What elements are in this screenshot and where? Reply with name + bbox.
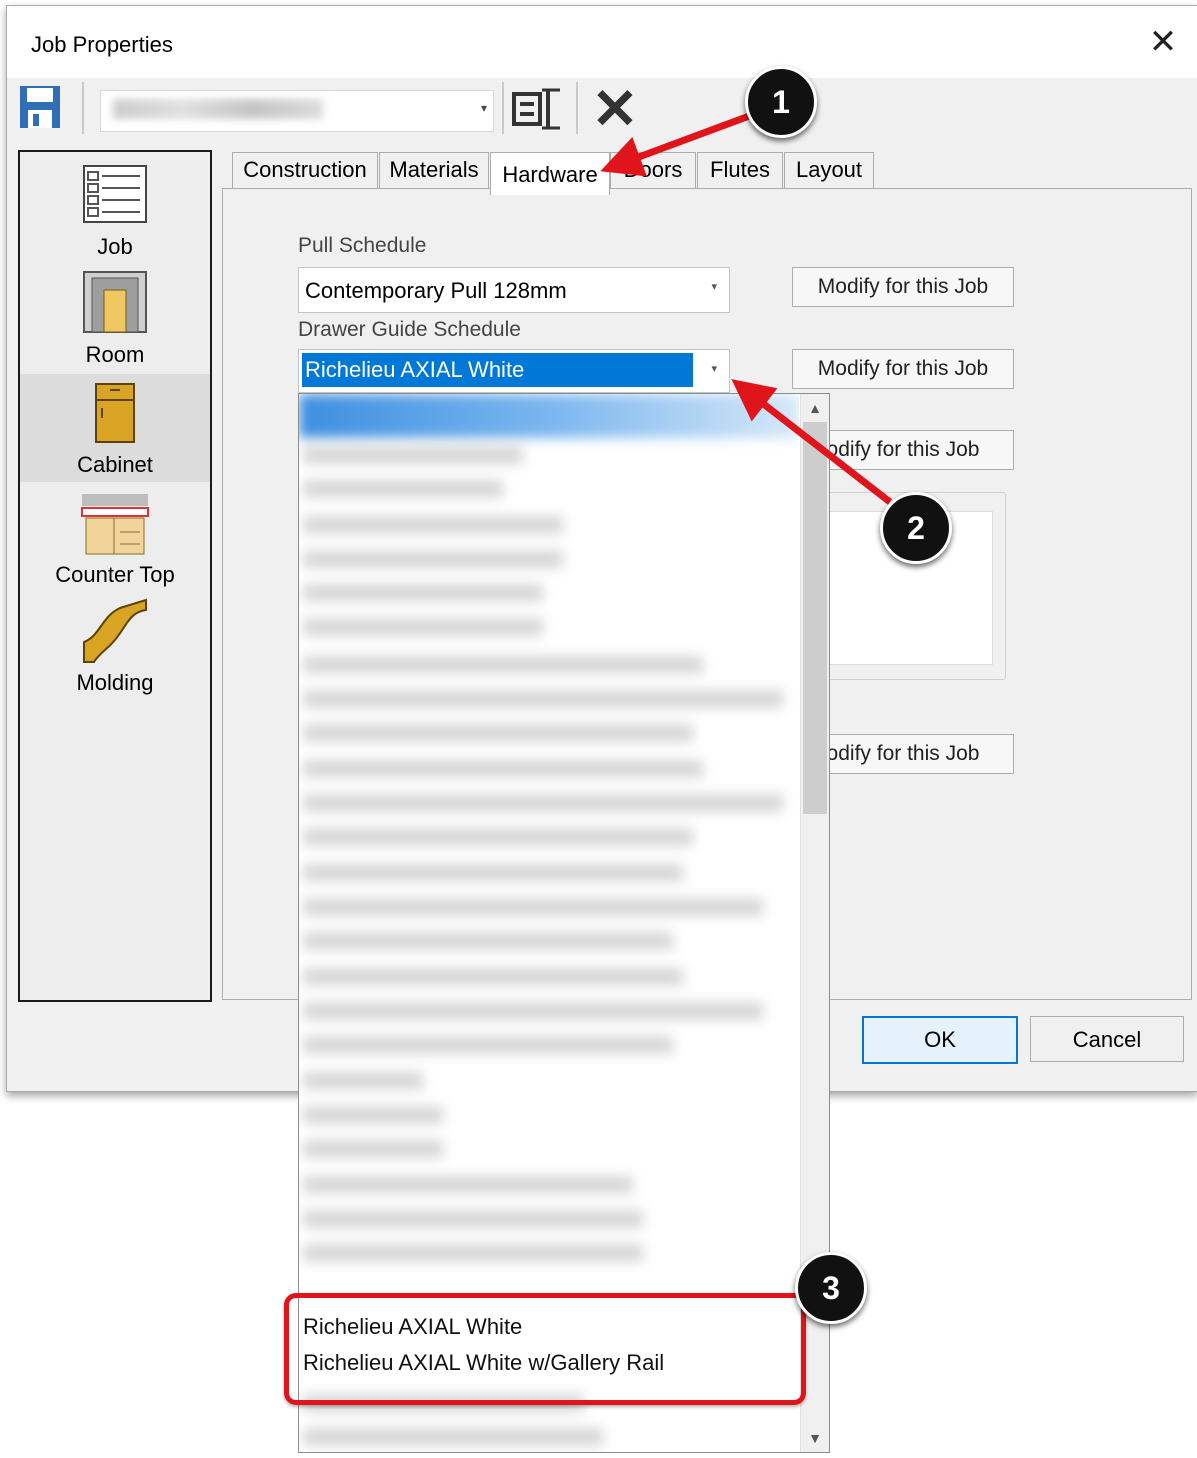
pull-schedule-label: Pull Schedule bbox=[298, 234, 427, 257]
job-icon bbox=[83, 165, 147, 223]
pull-schedule-value: Contemporary Pull 128mm bbox=[305, 278, 567, 303]
toolbar: ▾ ✕ bbox=[14, 76, 994, 146]
pull-schedule-combo[interactable]: Contemporary Pull 128mm ▾ bbox=[298, 267, 730, 313]
tab-construction[interactable]: Construction bbox=[232, 152, 378, 189]
annotation-badge-3: 3 bbox=[795, 1252, 867, 1324]
tab-doors[interactable]: Doors bbox=[610, 152, 696, 189]
scroll-down-arrow-icon[interactable]: ▼ bbox=[801, 1424, 829, 1452]
blurred-row bbox=[303, 446, 523, 464]
sidebar-item-counter-top[interactable]: Counter Top bbox=[20, 484, 210, 592]
blurred-job-name bbox=[113, 99, 323, 119]
blurred-row bbox=[303, 898, 763, 916]
blurred-row bbox=[303, 1072, 423, 1090]
blurred-row bbox=[303, 516, 563, 534]
blurred-row bbox=[303, 656, 703, 674]
scrollbar-thumb[interactable] bbox=[803, 422, 827, 814]
toolbar-separator bbox=[82, 82, 84, 134]
blurred-row bbox=[303, 1244, 643, 1262]
blurred-row bbox=[303, 618, 543, 636]
modify-drawer-guide-button[interactable]: Modify for this Job bbox=[792, 349, 1014, 389]
chevron-down-icon[interactable]: ▾ bbox=[711, 362, 717, 375]
blurred-row bbox=[303, 690, 783, 708]
cancel-button[interactable]: Cancel bbox=[1030, 1016, 1184, 1062]
blurred-row bbox=[303, 1176, 633, 1194]
delete-icon[interactable]: ✕ bbox=[590, 81, 640, 137]
drawer-guide-schedule-combo[interactable]: Richelieu AXIAL White ▾ bbox=[298, 349, 730, 393]
category-sidebar: Job Room Cabinet Counter Top Molding bbox=[18, 150, 212, 1002]
blurred-row bbox=[303, 1140, 443, 1158]
blurred-row bbox=[303, 760, 703, 778]
window-title: Job Properties bbox=[31, 32, 173, 57]
title-bar: Job Properties ✕ bbox=[7, 6, 1197, 78]
sidebar-item-label: Cabinet bbox=[77, 452, 153, 477]
chevron-down-icon[interactable]: ▾ bbox=[711, 280, 717, 293]
modify-pull-schedule-button[interactable]: Modify for this Job bbox=[792, 267, 1014, 307]
scroll-up-arrow-icon[interactable]: ▲ bbox=[801, 394, 829, 422]
save-icon[interactable] bbox=[18, 84, 62, 130]
blurred-highlight-row bbox=[299, 394, 799, 438]
sidebar-item-label: Job bbox=[97, 234, 133, 259]
blurred-row bbox=[303, 480, 503, 498]
tab-flutes[interactable]: Flutes bbox=[697, 152, 783, 189]
blurred-row bbox=[303, 724, 693, 742]
blurred-row bbox=[303, 1428, 603, 1446]
annotation-badge-2: 2 bbox=[880, 492, 952, 564]
close-icon[interactable]: ✕ bbox=[1143, 22, 1183, 62]
annotation-badge-1: 1 bbox=[745, 66, 817, 138]
room-icon bbox=[83, 271, 147, 333]
tab-layout[interactable]: Layout bbox=[784, 152, 874, 189]
toolbar-separator bbox=[576, 82, 578, 134]
blurred-row bbox=[303, 932, 673, 950]
blurred-row bbox=[303, 1002, 763, 1020]
annotation-highlight-box bbox=[284, 1293, 806, 1405]
tab-materials[interactable]: Materials bbox=[379, 152, 489, 189]
sidebar-item-cabinet[interactable]: Cabinet bbox=[20, 374, 210, 482]
blurred-row bbox=[303, 550, 563, 568]
blurred-row bbox=[303, 968, 683, 986]
countertop-icon bbox=[81, 494, 149, 555]
blurred-row bbox=[303, 1036, 673, 1054]
job-selector-combo[interactable]: ▾ bbox=[100, 90, 494, 132]
cabinet-icon bbox=[95, 383, 135, 443]
molding-icon bbox=[83, 598, 147, 663]
blurred-row bbox=[303, 1106, 443, 1124]
sidebar-item-label: Room bbox=[85, 342, 145, 367]
properties-icon[interactable] bbox=[512, 86, 564, 132]
sidebar-item-job[interactable]: Job bbox=[20, 156, 210, 264]
blurred-row bbox=[303, 828, 693, 846]
blurred-row bbox=[303, 794, 783, 812]
chevron-down-icon[interactable]: ▾ bbox=[481, 101, 487, 115]
blurred-row bbox=[303, 1210, 643, 1228]
blurred-row bbox=[303, 864, 683, 882]
ok-button[interactable]: OK bbox=[862, 1016, 1018, 1064]
sidebar-item-room[interactable]: Room bbox=[20, 264, 210, 372]
sidebar-item-molding[interactable]: Molding bbox=[20, 592, 210, 700]
toolbar-separator bbox=[502, 82, 504, 134]
sidebar-item-label: Molding bbox=[76, 670, 154, 695]
drawer-guide-schedule-label: Drawer Guide Schedule bbox=[298, 318, 521, 341]
sidebar-item-label: Counter Top bbox=[55, 562, 175, 587]
blurred-row bbox=[303, 584, 543, 602]
drawer-guide-schedule-value: Richelieu AXIAL White bbox=[302, 353, 693, 387]
tab-hardware[interactable]: Hardware bbox=[490, 152, 610, 195]
